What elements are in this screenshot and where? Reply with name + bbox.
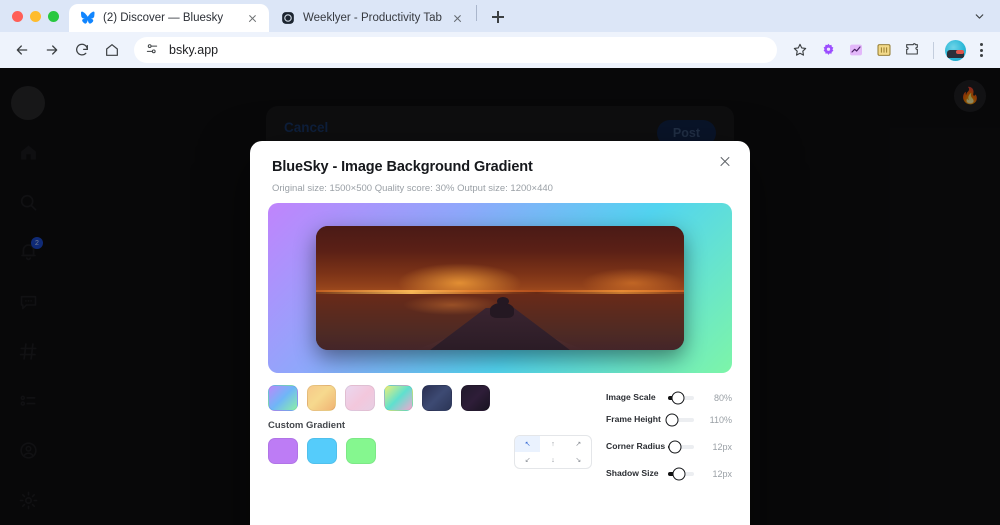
slider-label: Shadow Size [606,468,659,479]
direction-cell-5[interactable]: ↘ [566,452,591,468]
tab-strip: (2) Discover — Bluesky Weeklyer - Produc… [0,0,1000,32]
dialog-meta-text: Original size: 1500×500 Quality score: 3… [272,183,553,194]
slider-row-image-scale: Image Scale 80% [606,387,732,409]
toolbar-divider [933,41,934,59]
slider-label: Frame Height [606,414,661,425]
preview-image-frame [316,226,684,350]
custom-gradient-colors [268,438,490,464]
minimize-window-button[interactable] [30,10,41,22]
bluesky-butterfly-icon [80,11,95,26]
slider-label: Corner Radius [606,441,666,452]
chevron-down-icon[interactable] [968,5,990,27]
slider-value: 110% [709,415,732,425]
slider-row-frame-height: Frame Height 110% [606,409,732,431]
dialog-controls: Custom Gradient ↖ ↑ ↗ ↙ ↓ ↘ Image Scale … [250,373,750,485]
custom-color-2[interactable] [346,438,376,464]
gradient-preview[interactable] [268,203,732,373]
close-icon[interactable] [716,152,734,170]
puzzle-extensions-icon[interactable] [899,37,925,63]
tab-title: Weeklyer - Productivity Tab [303,12,442,24]
browser-window: (2) Discover — Bluesky Weeklyer - Produc… [0,0,1000,525]
maximize-window-button[interactable] [48,10,59,22]
close-icon[interactable] [245,11,260,26]
image-background-gradient-dialog: BlueSky - Image Background Gradient Orig… [250,141,750,525]
frame-height-slider[interactable] [665,413,694,427]
direction-cell-2[interactable]: ↗ [566,436,591,452]
gradient-preset-4[interactable] [422,385,452,411]
shadow-size-slider[interactable] [668,467,694,481]
reload-button[interactable] [68,36,96,64]
back-button[interactable] [8,36,36,64]
site-settings-icon[interactable] [145,42,159,59]
gradient-presets-panel: Custom Gradient [268,385,490,485]
browser-toolbar: bsky.app [0,32,1000,68]
bookmark-star-icon[interactable] [787,37,813,63]
bluesky-app: 2 # 🔥 Cancel Post [0,68,1000,525]
gear-extension-icon[interactable] [815,37,841,63]
close-window-button[interactable] [12,10,23,22]
gradient-direction-picker[interactable]: ↖ ↑ ↗ ↙ ↓ ↘ [514,435,592,469]
tab-discover-bluesky[interactable]: (2) Discover — Bluesky [69,4,269,32]
image-scale-slider[interactable] [668,391,694,405]
direction-cell-1[interactable]: ↑ [540,436,565,452]
gradient-preset-1[interactable] [306,385,336,411]
slider-value: 12px [712,469,732,479]
direction-cell-4[interactable]: ↓ [540,452,565,468]
slider-label: Image Scale [606,392,656,403]
slider-thumb[interactable] [672,467,686,481]
gradient-preset-5[interactable] [460,385,490,411]
tab-title: (2) Discover — Bluesky [103,12,224,24]
direction-cell-0[interactable]: ↖ [515,436,541,452]
window-traffic-lights [10,0,69,32]
gradient-preset-3[interactable] [383,385,413,411]
slider-value: 80% [713,393,732,403]
new-tab-button[interactable] [485,4,511,30]
gradient-preset-0[interactable] [268,385,298,411]
custom-color-0[interactable] [268,438,298,464]
tab-divider [475,5,477,21]
slider-value: 12px [712,442,732,452]
address-bar-url: bsky.app [169,43,219,57]
home-button[interactable] [98,36,126,64]
close-icon[interactable] [450,11,465,26]
tab-weeklyer[interactable]: Weeklyer - Productivity Tab [269,4,474,32]
address-bar[interactable]: bsky.app [134,37,777,63]
slider-panel: Image Scale 80% Frame Height 110% Corner… [606,385,732,485]
slider-row-shadow-size: Shadow Size 12px [606,463,732,485]
profile-avatar[interactable] [942,37,968,63]
forward-button[interactable] [38,36,66,64]
direction-cell-3[interactable]: ↙ [515,452,540,468]
gradient-preset-row [268,385,490,411]
slider-thumb[interactable] [665,413,679,427]
weeklyer-icon [280,11,295,26]
gradient-preset-2[interactable] [345,385,375,411]
preview-photo [316,226,684,350]
chart-extension-icon[interactable] [843,37,869,63]
dialog-title: BlueSky - Image Background Gradient [272,159,533,175]
corner-radius-slider[interactable] [668,440,694,454]
custom-color-1[interactable] [307,438,337,464]
kebab-menu-icon[interactable] [970,39,992,61]
slider-thumb[interactable] [671,391,685,405]
slider-thumb[interactable] [668,440,682,454]
grid-extension-icon[interactable] [871,37,897,63]
slider-row-corner-radius: Corner Radius 12px [606,431,732,463]
custom-gradient-label: Custom Gradient [268,420,346,431]
dialog-header: BlueSky - Image Background Gradient Orig… [250,141,750,194]
